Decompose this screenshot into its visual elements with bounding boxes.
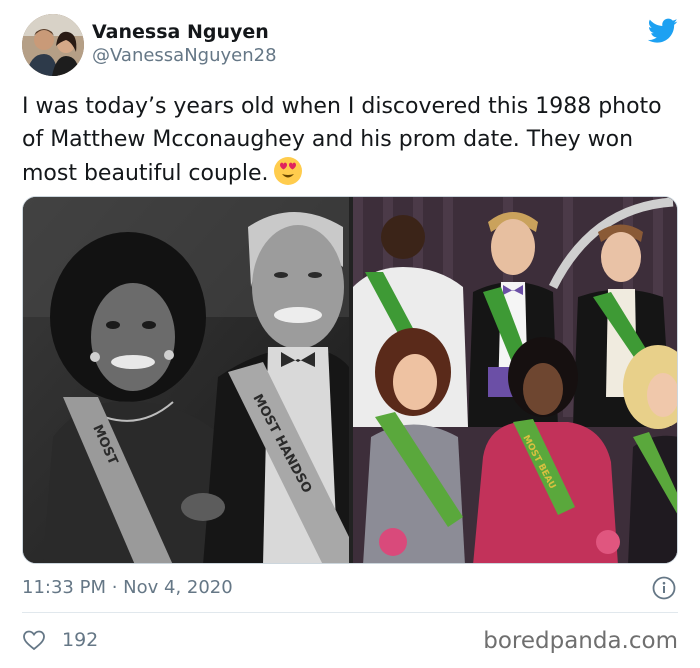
tweet-media[interactable]: MOST MOST HANDSO MOST BEAU: [22, 196, 678, 564]
divider: [22, 612, 678, 613]
tweet-meta: 11:33 PM · Nov 4, 2020: [22, 574, 678, 604]
display-name[interactable]: Vanessa Nguyen: [92, 20, 277, 44]
tweet-text: I was today’s years old when I discovere…: [22, 90, 672, 190]
twitter-bird-icon[interactable]: [647, 18, 678, 44]
tweet-card: Vanessa Nguyen @VanessaNguyen28 I was to…: [0, 0, 700, 668]
prom-photo-color[interactable]: MOST BEAU: [353, 197, 677, 563]
handle[interactable]: @VanessaNguyen28: [92, 44, 277, 68]
avatar[interactable]: [22, 14, 84, 76]
tweet-body: I was today’s years old when I discovere…: [22, 94, 662, 186]
tweet-header: Vanessa Nguyen @VanessaNguyen28: [22, 14, 678, 78]
author-names: Vanessa Nguyen @VanessaNguyen28: [92, 20, 277, 68]
info-icon[interactable]: [652, 576, 676, 600]
like-count: 192: [62, 629, 99, 651]
prom-photo-bw[interactable]: MOST MOST HANDSO: [23, 197, 349, 563]
heart-icon[interactable]: [22, 628, 46, 652]
heart-eyes-emoji: [273, 156, 303, 186]
watermark: boredpanda.com: [483, 628, 678, 654]
timestamp[interactable]: 11:33 PM · Nov 4, 2020: [22, 574, 678, 602]
tweet-footer: 192 boredpanda.com: [22, 624, 678, 660]
